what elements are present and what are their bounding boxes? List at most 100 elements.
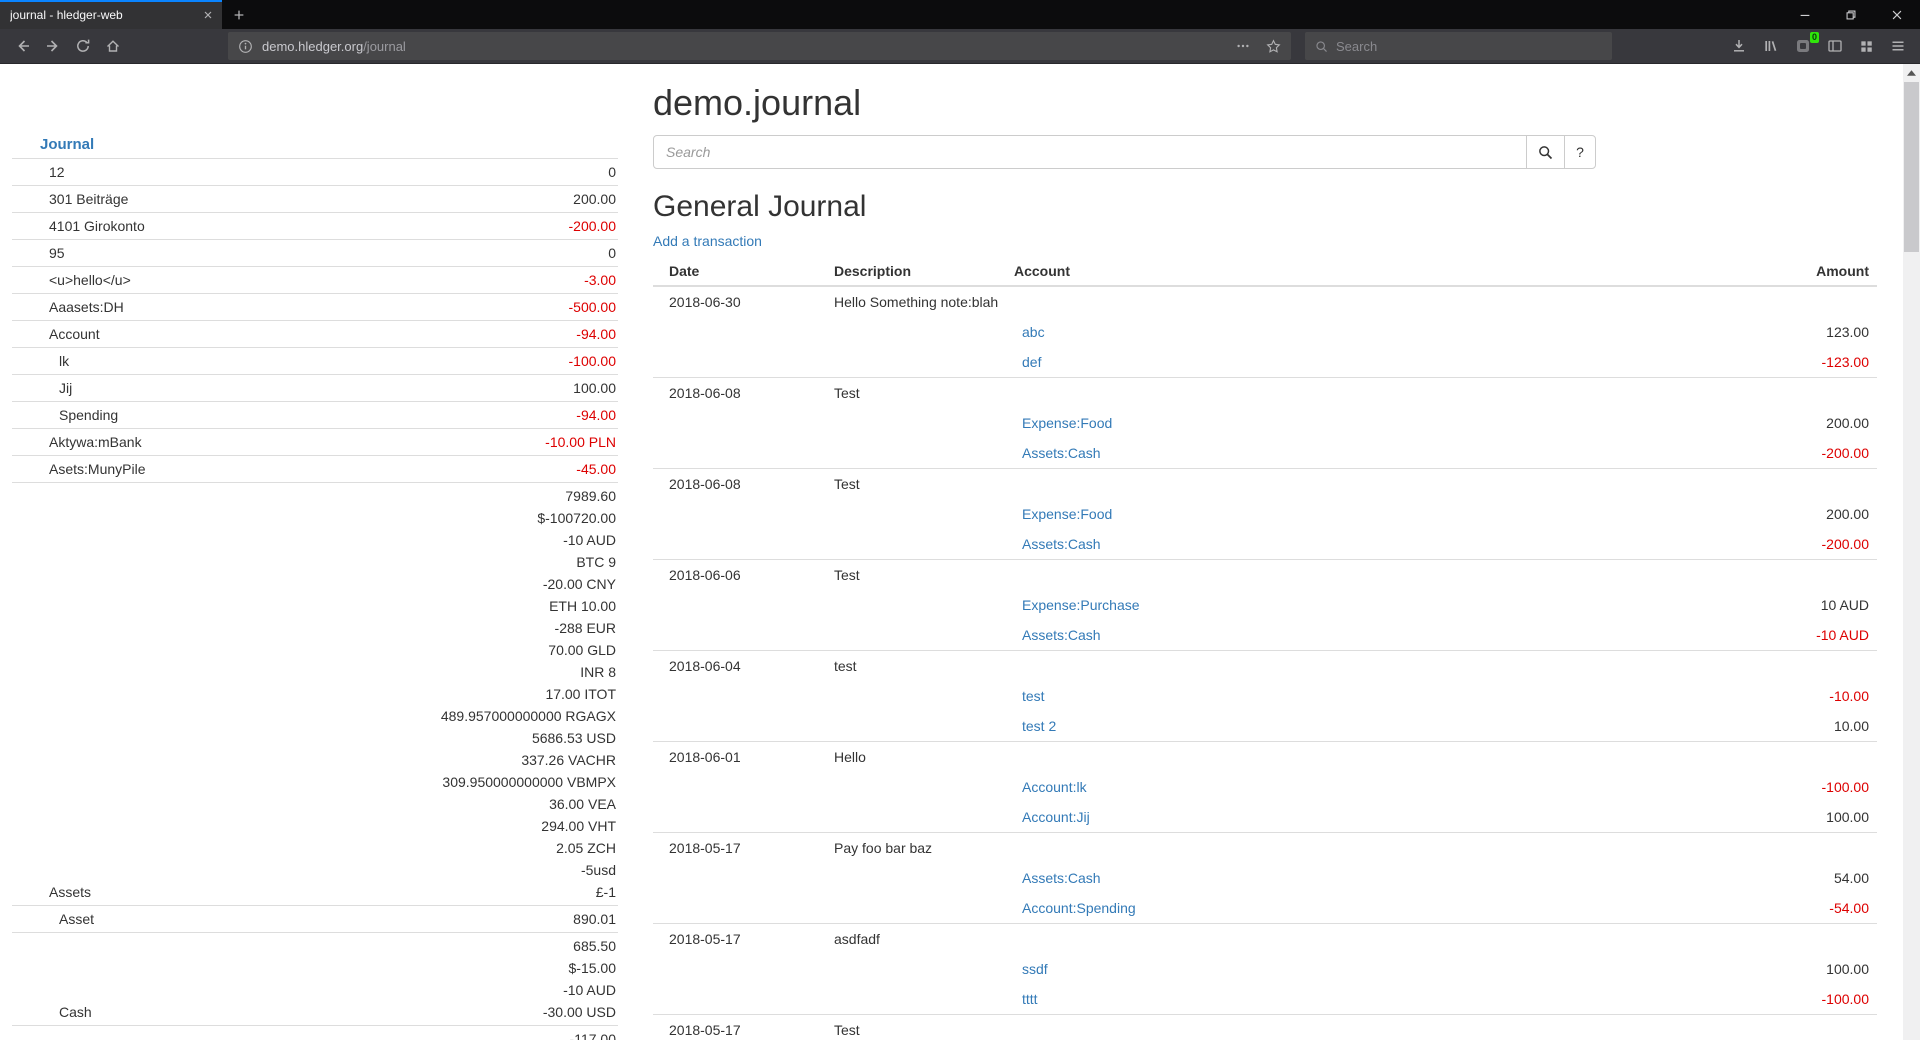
posting-account-cell: Expense:Food xyxy=(1006,499,1607,529)
balance-amount: 7989.60 xyxy=(565,488,616,504)
balance-amount: -10 AUD xyxy=(563,532,616,548)
posting-row: test-10.00 xyxy=(653,681,1877,711)
posting-account-link[interactable]: Assets:Cash xyxy=(1022,536,1101,552)
sidebar-account-link[interactable]: Cash xyxy=(59,1004,92,1020)
posting-account-cell: Assets:Cash xyxy=(1006,438,1607,469)
posting-account-link[interactable]: Expense:Food xyxy=(1022,506,1112,522)
search-submit-button[interactable] xyxy=(1526,135,1565,169)
extension-button[interactable]: 0 xyxy=(1795,38,1811,54)
minimize-button[interactable] xyxy=(1782,0,1828,29)
sidebar-account-row: Asset890.01 xyxy=(12,906,618,933)
journal-search-input[interactable] xyxy=(653,135,1527,169)
extension-icon xyxy=(1795,38,1811,54)
transaction-row: 2018-06-04test xyxy=(653,651,1877,682)
url-text: demo.hledger.org/journal xyxy=(262,39,406,54)
posting-spacer xyxy=(653,681,1006,711)
balance-amount: 309.950000000000 VBMPX xyxy=(442,774,616,790)
sidebar-journal-link[interactable]: Journal xyxy=(12,133,618,158)
sidebar-account-row: 4101 Girokonto-200.00 xyxy=(12,213,618,240)
posting-amount: -123.00 xyxy=(1607,347,1877,378)
sidebar-account-link[interactable]: 12 xyxy=(49,164,65,180)
balance-amount: -3.00 xyxy=(584,272,616,288)
scrollbar-up-button[interactable] xyxy=(1903,64,1920,81)
page-actions-icon[interactable] xyxy=(1236,39,1250,53)
sidebar-account-link[interactable]: Asets:MunyPile xyxy=(49,461,145,477)
site-info-icon[interactable] xyxy=(238,39,253,54)
urlbar-actions xyxy=(1236,39,1281,54)
sidebar-account-row: lk-100.00 xyxy=(12,348,618,375)
sidebar: Journal 120301 Beiträge200.004101 Giroko… xyxy=(12,133,618,1040)
reload-button[interactable] xyxy=(68,32,98,60)
posting-account-link[interactable]: ssdf xyxy=(1022,961,1048,977)
posting-account-link[interactable]: Expense:Food xyxy=(1022,415,1112,431)
column-header-date: Date xyxy=(653,257,826,286)
account-balance-cell: 7989.60$-100720.00-10 AUDBTC 9-20.00 CNY… xyxy=(272,483,618,906)
sidebar-account-link[interactable]: Asset xyxy=(59,911,94,927)
menu-button[interactable] xyxy=(1890,38,1906,54)
posting-account-link[interactable]: tttt xyxy=(1022,991,1038,1007)
account-balance-cell: 200.00 xyxy=(272,186,618,213)
posting-account-link[interactable]: test xyxy=(1022,688,1045,704)
sidebar-account-name-cell: 12 xyxy=(12,159,272,186)
posting-account-link[interactable]: Account:Spending xyxy=(1022,900,1136,916)
transaction-row: 2018-06-06Test xyxy=(653,560,1877,591)
browser-search-field[interactable]: Search xyxy=(1305,32,1612,60)
posting-account-link[interactable]: Assets:Cash xyxy=(1022,627,1101,643)
posting-account-link[interactable]: def xyxy=(1022,354,1041,370)
posting-spacer xyxy=(653,438,1006,469)
sidebar-account-link[interactable]: 4101 Girokonto xyxy=(49,218,145,234)
posting-account-link[interactable]: Account:lk xyxy=(1022,779,1087,795)
sidebar-account-link[interactable]: 95 xyxy=(49,245,65,261)
posting-account-link[interactable]: test 2 xyxy=(1022,718,1056,734)
posting-row: ssdf100.00 xyxy=(653,954,1877,984)
browser-tab[interactable]: journal - hledger-web xyxy=(0,0,222,29)
download-button[interactable] xyxy=(1731,38,1747,54)
sidebar-account-link[interactable]: Aktywa:mBank xyxy=(49,434,142,450)
posting-account-cell: Account:lk xyxy=(1006,772,1607,802)
sidebar-account-link[interactable]: Assets xyxy=(49,884,91,900)
sidebar-account-name-cell: Aaasets:DH xyxy=(12,294,272,321)
balance-amount: 70.00 GLD xyxy=(548,642,616,658)
forward-button[interactable] xyxy=(38,32,68,60)
sidebar-account-link[interactable]: lk xyxy=(59,353,69,369)
tab-close-icon[interactable] xyxy=(202,9,214,21)
posting-amount: -100.00 xyxy=(1607,984,1877,1015)
posting-row: Account:lk-100.00 xyxy=(653,772,1877,802)
library-button[interactable] xyxy=(1763,38,1779,54)
sidebar-account-link[interactable]: Aaasets:DH xyxy=(49,299,124,315)
home-button[interactable] xyxy=(98,32,128,60)
search-help-button[interactable]: ? xyxy=(1564,135,1596,169)
grid-icon xyxy=(1859,39,1874,54)
close-button[interactable] xyxy=(1874,0,1920,29)
address-bar[interactable]: demo.hledger.org/journal xyxy=(228,32,1291,60)
posting-row: Expense:Food200.00 xyxy=(653,408,1877,438)
sidebar-account-link[interactable]: 301 Beiträge xyxy=(49,191,128,207)
grid-button[interactable] xyxy=(1859,39,1874,54)
maximize-button[interactable] xyxy=(1828,0,1874,29)
add-transaction-link[interactable]: Add a transaction xyxy=(653,233,762,249)
transaction-description: Hello xyxy=(826,742,1877,773)
page-scrollbar[interactable] xyxy=(1903,64,1920,1040)
balance-amount: 100.00 xyxy=(573,380,616,396)
balance-amount: 337.26 VACHR xyxy=(521,752,616,768)
posting-account-link[interactable]: Account:Jij xyxy=(1022,809,1090,825)
posting-account-link[interactable]: Assets:Cash xyxy=(1022,870,1101,886)
posting-account-link[interactable]: Assets:Cash xyxy=(1022,445,1101,461)
sidebar-account-row: Aktywa:mBank -10.00 PLN xyxy=(12,429,618,456)
bookmark-star-icon[interactable] xyxy=(1266,39,1281,54)
sidebar-account-link[interactable]: <u>hello</u> xyxy=(49,272,131,288)
account-balance-cell: 100.00 xyxy=(272,375,618,402)
sidebar-account-link[interactable]: Spending xyxy=(59,407,118,423)
sidebar-account-link[interactable]: Account xyxy=(49,326,100,342)
balance-amount: -288 EUR xyxy=(555,620,616,636)
posting-account-link[interactable]: abc xyxy=(1022,324,1045,340)
sidebar-account-link[interactable]: Jij xyxy=(59,380,72,396)
new-tab-button[interactable] xyxy=(222,0,256,29)
back-button[interactable] xyxy=(8,32,38,60)
account-balance-cell: -10.00 PLN xyxy=(272,429,618,456)
scrollbar-thumb[interactable] xyxy=(1904,82,1919,252)
column-header-description: Description xyxy=(826,257,1006,286)
sidebar-toggle-button[interactable] xyxy=(1827,38,1843,54)
tab-title: journal - hledger-web xyxy=(10,8,196,22)
posting-account-link[interactable]: Expense:Purchase xyxy=(1022,597,1140,613)
